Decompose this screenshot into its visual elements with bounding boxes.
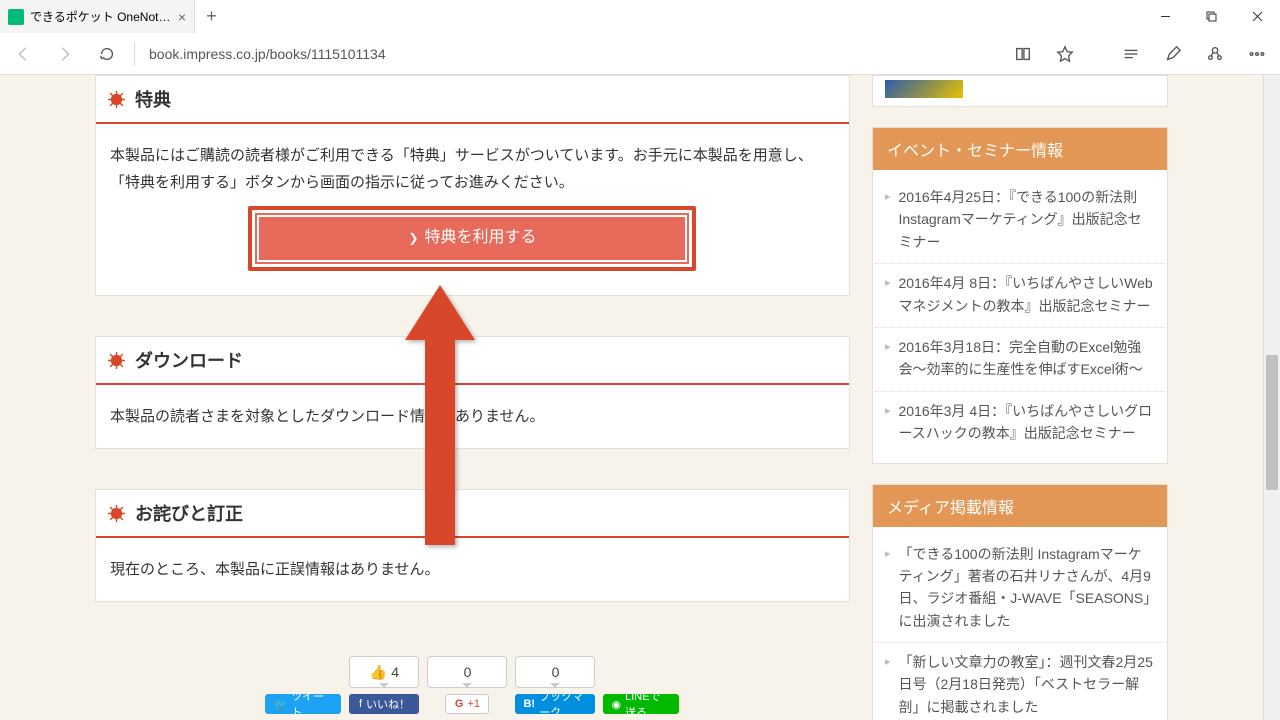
fb-like-count: 👍 4 bbox=[349, 656, 419, 688]
starburst-icon bbox=[108, 505, 125, 522]
google-plus-button[interactable]: G+1 bbox=[445, 694, 489, 714]
social-share-row: 🐦ツイート 👍 4 fいいね！ 0 G+1 0 B!ブックマーク ◉LINEで送… bbox=[95, 642, 850, 714]
sidebar-heading: メディア掲載情報 bbox=[873, 485, 1167, 527]
section-title: お詫びと訂正 bbox=[135, 500, 243, 526]
section-title: 特典 bbox=[135, 86, 171, 112]
hatena-icon: B! bbox=[523, 698, 535, 710]
separator bbox=[134, 42, 135, 66]
section-tokuten: 特典 本製品にはご購読の読者様がご利用できる「特典」サービスがついています。お手… bbox=[95, 75, 850, 296]
chevron-right-icon: ▸ bbox=[885, 400, 891, 445]
starburst-icon bbox=[108, 352, 125, 369]
window-close-button[interactable] bbox=[1234, 0, 1280, 33]
media-item[interactable]: ▸「できる100の新法則 Instagramマーケティング」著者の石井リナさんが… bbox=[875, 535, 1165, 644]
refresh-button[interactable] bbox=[88, 35, 126, 73]
section-errata: お詫びと訂正 現在のところ、本製品に正誤情報はありません。 bbox=[95, 489, 850, 602]
twitter-share-button[interactable]: 🐦ツイート bbox=[265, 694, 341, 714]
tab-favicon-icon bbox=[8, 9, 24, 25]
tab-close-icon[interactable]: × bbox=[178, 9, 186, 25]
line-icon: ◉ bbox=[611, 698, 621, 711]
share-icon[interactable] bbox=[1196, 35, 1234, 73]
twitter-icon: 🐦 bbox=[273, 698, 287, 711]
starburst-icon bbox=[108, 91, 125, 108]
web-note-icon[interactable] bbox=[1154, 35, 1192, 73]
new-tab-button[interactable]: + bbox=[195, 0, 228, 33]
window-minimize-button[interactable] bbox=[1142, 0, 1188, 33]
browser-tab[interactable]: できるポケット OneNote 2 × bbox=[0, 0, 195, 33]
back-button[interactable] bbox=[4, 35, 42, 73]
facebook-icon: f bbox=[359, 698, 362, 710]
window-maximize-button[interactable] bbox=[1188, 0, 1234, 33]
hatena-bookmark-button[interactable]: B!ブックマーク bbox=[515, 694, 595, 714]
page-content: 特典 本製品にはご購読の読者様がご利用できる「特典」サービスがついています。お手… bbox=[0, 75, 1263, 720]
scrollbar-track[interactable] bbox=[1263, 75, 1280, 720]
gplus-count: 0 bbox=[427, 656, 507, 688]
hub-icon[interactable] bbox=[1112, 35, 1150, 73]
errata-body-text: 現在のところ、本製品に正誤情報はありません。 bbox=[96, 538, 849, 601]
sidebar-heading: イベント・セミナー情報 bbox=[873, 128, 1167, 170]
facebook-like-button[interactable]: fいいね！ bbox=[349, 694, 419, 714]
chevron-right-icon: ▸ bbox=[885, 651, 891, 718]
event-item[interactable]: ▸2016年3月18日：完全自動のExcel勉強会～効率的に生産性を伸ばすExc… bbox=[875, 328, 1165, 392]
event-item[interactable]: ▸2016年4月25日：『できる100の新法則 Instagramマーケティング… bbox=[875, 178, 1165, 264]
address-bar: book.impress.co.jp/books/1115101134 bbox=[0, 33, 1280, 75]
section-title: ダウンロード bbox=[135, 347, 243, 373]
download-body-text: 本製品の読者さまを対象としたダウンロード情報はありません。 bbox=[96, 385, 849, 448]
reading-view-icon[interactable] bbox=[1004, 35, 1042, 73]
media-item[interactable]: ▸「新しい文章力の教室」：週刊文春2月25日号（2月18日発売）「ベストセラー解… bbox=[875, 643, 1165, 720]
more-icon[interactable] bbox=[1238, 35, 1276, 73]
event-item[interactable]: ▸2016年4月 8日：『いちばんやさしいWebマネジメントの教本』出版記念セミ… bbox=[875, 264, 1165, 328]
thumbs-up-icon: 👍 bbox=[370, 664, 387, 681]
tab-title: できるポケット OneNote 2 bbox=[30, 8, 172, 25]
section-download: ダウンロード 本製品の読者さまを対象としたダウンロード情報はありません。 bbox=[95, 336, 850, 449]
chevron-right-icon: ▸ bbox=[885, 336, 891, 381]
sidebar-thumb-box bbox=[872, 75, 1168, 107]
url-field[interactable]: book.impress.co.jp/books/1115101134 bbox=[143, 46, 1000, 62]
window-titlebar: できるポケット OneNote 2 × + bbox=[0, 0, 1280, 33]
event-item[interactable]: ▸2016年3月 4日：『いちばんやさしいグロースハックの教本』出版記念セミナー bbox=[875, 392, 1165, 455]
hatena-count: 0 bbox=[515, 656, 595, 688]
cta-label: 特典を利用する bbox=[425, 224, 537, 253]
chevron-right-icon: ▸ bbox=[885, 272, 891, 317]
tokuten-body-text: 本製品にはご購読の読者様がご利用できる「特典」サービスがついています。お手元に本… bbox=[110, 142, 835, 196]
forward-button[interactable] bbox=[46, 35, 84, 73]
favorite-star-icon[interactable] bbox=[1046, 35, 1084, 73]
scrollbar-thumb[interactable] bbox=[1266, 355, 1278, 490]
chevron-right-icon: ❯ bbox=[408, 228, 418, 250]
chevron-right-icon: ▸ bbox=[885, 186, 891, 253]
use-tokuten-button[interactable]: ❯ 特典を利用する bbox=[257, 215, 687, 262]
line-send-button[interactable]: ◉LINEで送る bbox=[603, 694, 679, 714]
sidebar-events: イベント・セミナー情報 ▸2016年4月25日：『できる100の新法則 Inst… bbox=[872, 127, 1168, 464]
cta-highlight-frame: ❯ 特典を利用する bbox=[248, 206, 696, 271]
sidebar-media: メディア掲載情報 ▸「できる100の新法則 Instagramマーケティング」著… bbox=[872, 484, 1168, 720]
book-thumbnail-icon bbox=[885, 80, 963, 98]
chevron-right-icon: ▸ bbox=[885, 543, 891, 633]
